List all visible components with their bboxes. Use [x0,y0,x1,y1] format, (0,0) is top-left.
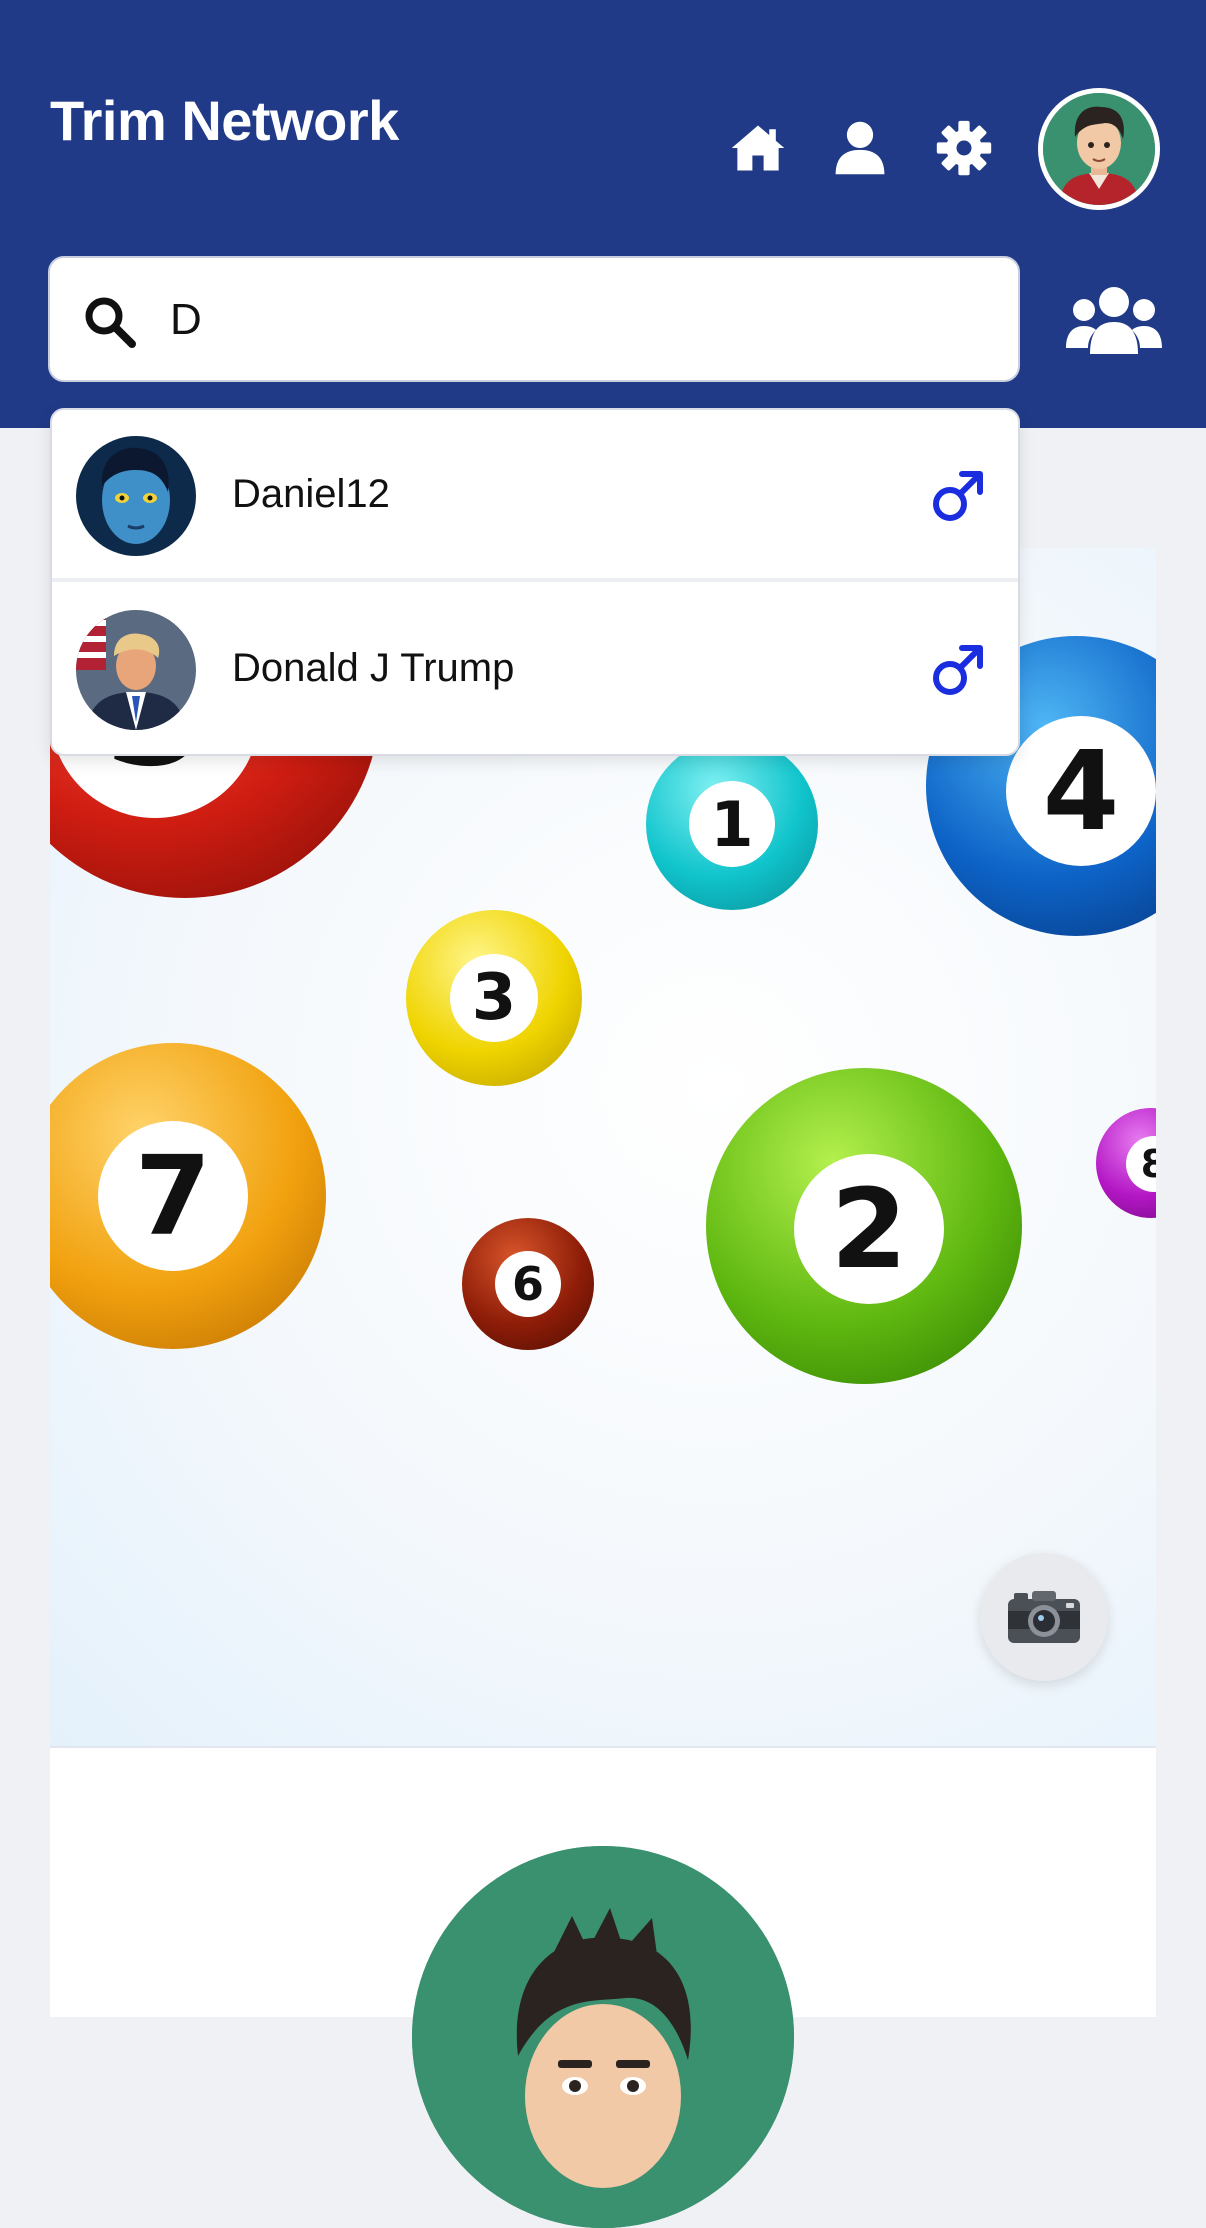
ball-3: 3 [406,910,582,1086]
ball-number: 2 [794,1154,944,1304]
result-name: Daniel12 [232,472,390,516]
ball-number: 3 [450,954,538,1042]
ball-7: 7 [50,1043,326,1349]
avatar-illustration [76,436,196,556]
ball-8: 8 [1096,1108,1156,1218]
search-result-item[interactable]: Donald J Trump [52,584,1018,754]
change-cover-button[interactable] [980,1553,1108,1681]
gear-icon[interactable] [934,118,994,178]
avatar-illustration [412,1846,794,2228]
male-icon [933,645,983,695]
search-bar[interactable] [48,256,1020,382]
ball-number: 8 [1126,1136,1156,1192]
profile-card: 5 9 1 4 3 7 6 2 8 [50,548,1156,2228]
ball-6: 6 [462,1218,594,1350]
avatar[interactable] [1038,88,1160,210]
result-avatar [76,610,196,730]
ball-1: 1 [646,738,818,910]
ball-number: 1 [689,781,775,867]
result-avatar [76,436,196,556]
ball-number: 7 [98,1121,248,1271]
avatar-illustration [1043,93,1155,205]
home-icon[interactable] [728,118,788,178]
search-results-dropdown: Daniel12 Donald J Trump [50,408,1020,756]
user-icon[interactable] [830,118,890,178]
search-input[interactable] [170,288,990,352]
top-app-bar: Trim Network [0,0,1206,428]
search-result-item[interactable]: Daniel12 [52,410,1018,582]
profile-picture[interactable] [412,1846,794,2228]
app-title: Trim Network [50,89,399,152]
result-name: Donald J Trump [232,646,515,690]
search-icon [85,297,136,348]
ball-number: 6 [495,1251,561,1317]
avatar-photo [76,610,196,730]
friends-icon[interactable] [1066,284,1162,356]
ball-2: 2 [706,1068,1022,1384]
male-icon [933,471,983,521]
camera-icon [1008,1591,1080,1643]
ball-number: 4 [1006,716,1156,866]
